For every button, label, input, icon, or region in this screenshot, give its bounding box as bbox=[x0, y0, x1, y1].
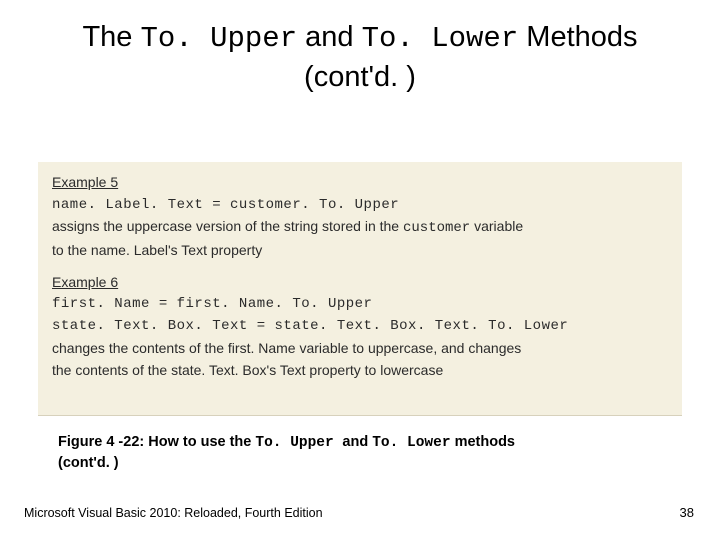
title-line-2: (cont'd. ) bbox=[0, 58, 720, 97]
example-6-desc-line-2: the contents of the state. Text. Box's T… bbox=[52, 360, 668, 382]
example-6: Example 6 first. Name = first. Name. To.… bbox=[52, 272, 668, 381]
caption-b: and bbox=[342, 434, 372, 450]
example-5-code: name. Label. Text = customer. To. Upper bbox=[52, 195, 668, 217]
caption-a: Figure 4 -22: How to use the bbox=[58, 434, 255, 450]
ex5-desc-a: assigns the uppercase version of the str… bbox=[52, 218, 403, 234]
example-6-label: Example 6 bbox=[52, 272, 668, 294]
example-5-label: Example 5 bbox=[52, 172, 668, 194]
caption-code-2: To. Lower bbox=[372, 435, 450, 451]
title-part-3: Methods bbox=[518, 21, 637, 53]
caption-line-1: Figure 4 -22: How to use the To. Upper a… bbox=[58, 432, 658, 453]
footer-text: Microsoft Visual Basic 2010: Reloaded, F… bbox=[24, 506, 323, 520]
title-line-1: The To. Upper and To. Lower Methods bbox=[0, 18, 720, 58]
example-6-desc-line-1: changes the contents of the first. Name … bbox=[52, 338, 668, 360]
caption-d: methods bbox=[451, 434, 515, 450]
example-5-desc-line-2: to the name. Label's Text property bbox=[52, 240, 668, 262]
title-code-2: To. Lower bbox=[362, 22, 519, 55]
ex5-desc-b: variable bbox=[470, 218, 523, 234]
title-part-1: The bbox=[82, 21, 140, 53]
page-number: 38 bbox=[680, 505, 694, 520]
title-part-2: and bbox=[297, 21, 362, 53]
slide-title: The To. Upper and To. Lower Methods (con… bbox=[0, 0, 720, 97]
title-code-1: To. Upper bbox=[140, 22, 297, 55]
slide: The To. Upper and To. Lower Methods (con… bbox=[0, 0, 720, 540]
example-5: Example 5 name. Label. Text = customer. … bbox=[52, 172, 668, 262]
caption-line-2: (cont'd. ) bbox=[58, 453, 658, 473]
example-5-desc-line-1: assigns the uppercase version of the str… bbox=[52, 216, 668, 240]
example-box: Example 5 name. Label. Text = customer. … bbox=[38, 162, 682, 416]
caption-code-1: To. Upper bbox=[255, 435, 342, 451]
example-6-code-2: state. Text. Box. Text = state. Text. Bo… bbox=[52, 316, 668, 338]
ex5-desc-code: customer bbox=[403, 220, 470, 236]
figure-caption: Figure 4 -22: How to use the To. Upper a… bbox=[58, 432, 658, 474]
example-6-code-1: first. Name = first. Name. To. Upper bbox=[52, 294, 668, 316]
